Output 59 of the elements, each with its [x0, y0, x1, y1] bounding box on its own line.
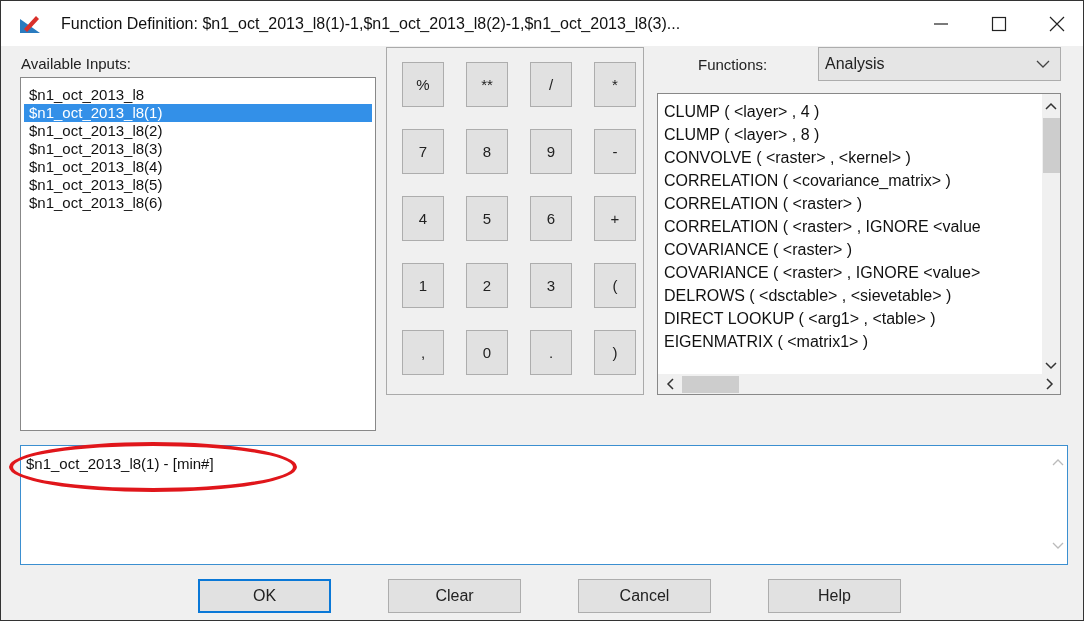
dialog-button[interactable]: OK: [198, 579, 331, 613]
function-item[interactable]: CORRELATION ( <raster> ): [664, 192, 1042, 215]
category-dropdown[interactable]: Analysis: [818, 47, 1061, 81]
input-item[interactable]: $n1_oct_2013_l8(6): [24, 194, 372, 212]
keypad-key[interactable]: -: [594, 129, 636, 174]
chevron-down-icon[interactable]: [1045, 362, 1057, 370]
keypad-key[interactable]: 0: [466, 330, 508, 375]
inputs-label: Available Inputs:: [21, 55, 132, 72]
function-item[interactable]: DIRECT LOOKUP ( <arg1> , <table> ): [664, 307, 1042, 330]
keypad-key[interactable]: /: [530, 62, 572, 107]
keypad-key[interactable]: 7: [402, 129, 444, 174]
input-item[interactable]: $n1_oct_2013_l8(3): [24, 140, 372, 158]
expression-text: $n1_oct_2013_l8(1) - [min#]: [25, 454, 214, 472]
function-item[interactable]: DELROWS ( <dsctable> , <sievetable> ): [664, 284, 1042, 307]
input-item[interactable]: $n1_oct_2013_l8(2): [24, 122, 372, 140]
close-icon[interactable]: [1049, 15, 1065, 32]
keypad-key[interactable]: %: [402, 62, 444, 107]
function-item[interactable]: CORRELATION ( <raster> , IGNORE <value: [664, 215, 1042, 238]
window-title: Function Definition: $n1_oct_2013_l8(1)-1,$n1_oct_2013_l8(2)-1,$n1_oct_2013_l8(3)...: [61, 14, 682, 33]
keypad-key[interactable]: ): [594, 330, 636, 375]
function-item[interactable]: CLUMP ( <layer> , 8 ): [664, 123, 1042, 146]
dialog-button[interactable]: Cancel: [578, 579, 711, 613]
chevron-up-icon[interactable]: [1045, 102, 1057, 110]
input-item[interactable]: $n1_oct_2013_l8(5): [24, 176, 372, 194]
pencil-ruler-icon: [19, 13, 41, 34]
maximize-icon[interactable]: [991, 15, 1007, 32]
keypad-key[interactable]: 1: [402, 263, 444, 308]
dialog-button[interactable]: Clear: [388, 579, 521, 613]
dropdown-value: Analysis: [825, 55, 885, 73]
chevron-right-icon[interactable]: [1046, 378, 1054, 390]
input-item[interactable]: $n1_oct_2013_l8: [24, 86, 372, 104]
chevron-down-icon: [1052, 542, 1064, 550]
keypad-key[interactable]: 8: [466, 129, 508, 174]
function-item[interactable]: CONVOLVE ( <raster> , <kernel> ): [664, 146, 1042, 169]
keypad-key[interactable]: 6: [530, 196, 572, 241]
chevron-left-icon[interactable]: [666, 378, 674, 390]
scroll-thumb[interactable]: [682, 375, 739, 393]
dialog-button[interactable]: Help: [768, 579, 901, 613]
keypad-key[interactable]: 4: [402, 196, 444, 241]
keypad-key[interactable]: ,: [402, 330, 444, 375]
keypad-key[interactable]: (: [594, 263, 636, 308]
keypad-key[interactable]: 9: [530, 129, 572, 174]
function-item[interactable]: COVARIANCE ( <raster> ): [664, 238, 1042, 261]
function-item[interactable]: COVARIANCE ( <raster> , IGNORE <value>: [664, 261, 1042, 284]
input-item[interactable]: $n1_oct_2013_l8(4): [24, 158, 372, 176]
function-item[interactable]: EIGENMATRIX ( <matrix1> ): [664, 330, 1042, 353]
keypad-key[interactable]: *: [594, 62, 636, 107]
keypad-key[interactable]: 5: [466, 196, 508, 241]
functions-label: Functions:: [698, 55, 769, 73]
function-item[interactable]: CLUMP ( <layer> , 4 ): [664, 100, 1042, 123]
keypad-key[interactable]: 2: [466, 263, 508, 308]
chevron-down-icon: [1036, 60, 1050, 68]
keypad-key[interactable]: 3: [530, 263, 572, 308]
keypad-key[interactable]: **: [466, 62, 508, 107]
keypad-key[interactable]: .: [530, 330, 572, 375]
function-item[interactable]: CORRELATION ( <covariance_matrix> ): [664, 169, 1042, 192]
scroll-thumb[interactable]: [1042, 118, 1060, 173]
chevron-up-icon: [1052, 458, 1064, 466]
keypad-key[interactable]: +: [594, 196, 636, 241]
